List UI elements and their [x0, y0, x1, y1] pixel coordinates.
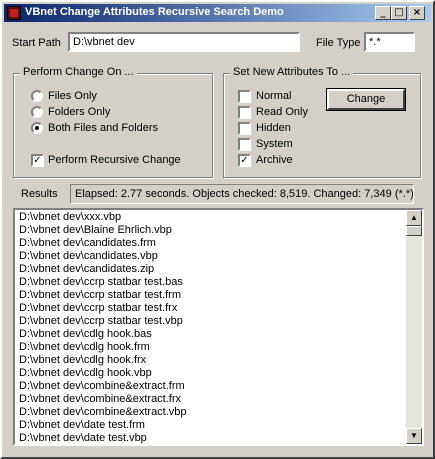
files-only-label[interactable]: Files Only — [48, 90, 97, 102]
list-item[interactable]: D:\vbnet dev\ccrp statbar test.bas — [17, 276, 407, 289]
archive-checkbox[interactable]: ✓ — [238, 154, 251, 167]
list-item[interactable]: D:\vbnet dev\cdlg hook.frm — [17, 341, 407, 354]
list-item[interactable]: D:\vbnet dev\ccrp statbar test.vbp — [17, 315, 407, 328]
read-only-checkbox[interactable] — [238, 106, 251, 119]
results-list[interactable]: D:\vbnet dev\xxx.vbp D:\vbnet dev\Blaine … — [13, 208, 424, 446]
list-item[interactable]: D:\vbnet dev\ccrp statbar test.frx — [17, 302, 407, 315]
list-item[interactable]: D:\vbnet dev\combine&extract.frm — [17, 380, 407, 393]
vertical-scrollbar[interactable]: ▲ ▼ — [406, 210, 422, 444]
system-label[interactable]: System — [256, 138, 293, 150]
window-title: VBnet Change Attributes Recursive Search… — [25, 6, 284, 18]
files-only-radio[interactable] — [31, 90, 43, 102]
list-item[interactable]: D:\vbnet dev\date test.frm — [17, 419, 407, 432]
file-type-input[interactable]: *.* — [364, 32, 415, 52]
hidden-label[interactable]: Hidden — [256, 122, 291, 134]
scroll-down-arrow-icon[interactable]: ▼ — [406, 428, 422, 444]
minimize-button[interactable]: _ — [375, 6, 391, 20]
recursive-label[interactable]: Perform Recursive Change — [48, 154, 181, 166]
list-item[interactable]: D:\vbnet dev\combine&extract.frx — [17, 393, 407, 406]
main-window: VBnet Change Attributes Recursive Search… — [0, 0, 435, 459]
list-item[interactable]: D:\vbnet dev\date test.vbp — [17, 432, 407, 444]
both-files-folders-label[interactable]: Both Files and Folders — [48, 122, 158, 134]
read-only-label[interactable]: Read Only — [256, 106, 308, 118]
start-path-input[interactable]: D:\vbnet dev — [68, 32, 300, 52]
folders-only-label[interactable]: Folders Only — [48, 106, 110, 118]
change-button[interactable]: Change — [326, 88, 406, 111]
results-status: Elapsed: 2.77 seconds. Objects checked: … — [70, 184, 414, 204]
list-item[interactable]: D:\vbnet dev\candidates.vbp — [17, 250, 407, 263]
hidden-checkbox[interactable] — [238, 122, 251, 135]
file-type-label: File Type — [316, 37, 361, 49]
list-item[interactable]: D:\vbnet dev\cdlg hook.frx — [17, 354, 407, 367]
list-item[interactable]: D:\vbnet dev\xxx.vbp — [17, 211, 407, 224]
maximize-button[interactable]: □ — [391, 6, 407, 20]
scroll-thumb[interactable] — [406, 226, 422, 236]
app-icon[interactable] — [7, 6, 21, 20]
scroll-up-arrow-icon[interactable]: ▲ — [406, 210, 422, 226]
system-checkbox[interactable] — [238, 138, 251, 151]
list-item[interactable]: D:\vbnet dev\cdlg hook.bas — [17, 328, 407, 341]
list-item[interactable]: D:\vbnet dev\candidates.zip — [17, 263, 407, 276]
start-path-label: Start Path — [12, 37, 61, 49]
set-attributes-legend: Set New Attributes To ... — [230, 66, 354, 78]
title-bar[interactable]: VBnet Change Attributes Recursive Search… — [4, 4, 431, 22]
list-item[interactable]: D:\vbnet dev\combine&extract.vbp — [17, 406, 407, 419]
list-item[interactable]: D:\vbnet dev\Blaine Ehrlich.vbp — [17, 224, 407, 237]
list-item[interactable]: D:\vbnet dev\candidates.frm — [17, 237, 407, 250]
both-files-folders-radio[interactable] — [31, 122, 43, 134]
folders-only-radio[interactable] — [31, 106, 43, 118]
archive-label[interactable]: Archive — [256, 154, 293, 166]
close-button[interactable]: × — [409, 6, 425, 20]
results-label: Results — [21, 188, 58, 200]
list-item[interactable]: D:\vbnet dev\ccrp statbar test.frm — [17, 289, 407, 302]
perform-change-on-legend: Perform Change On ... — [20, 66, 137, 78]
recursive-checkbox[interactable]: ✓ — [31, 154, 44, 167]
normal-label[interactable]: Normal — [256, 90, 291, 102]
list-item[interactable]: D:\vbnet dev\cdlg hook.vbp — [17, 367, 407, 380]
normal-checkbox[interactable] — [238, 90, 251, 103]
results-list-items: D:\vbnet dev\xxx.vbp D:\vbnet dev\Blaine … — [17, 211, 407, 444]
